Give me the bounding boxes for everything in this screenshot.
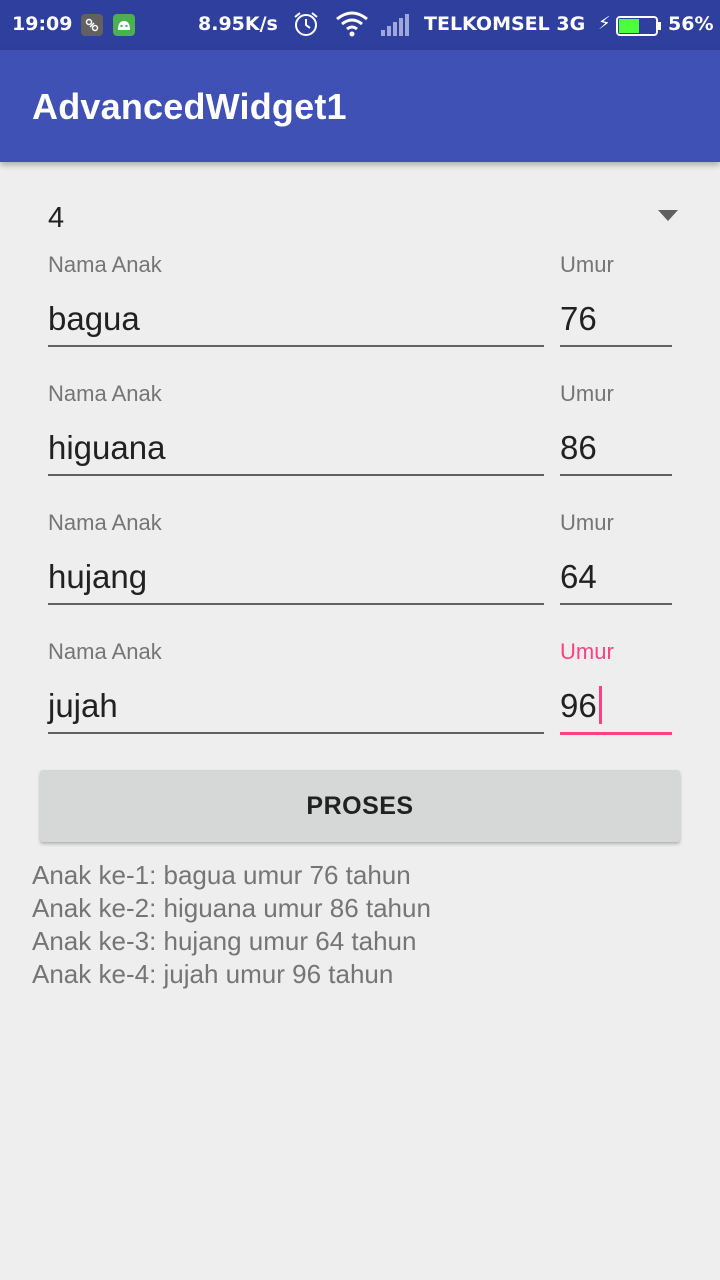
age-label: Umur xyxy=(560,639,614,664)
alarm-icon xyxy=(292,10,320,43)
age-input[interactable]: 64 xyxy=(560,558,597,596)
name-label: Nama Anak xyxy=(48,381,162,406)
android-icon xyxy=(113,14,135,36)
notification-icon xyxy=(81,14,103,36)
result-line: Anak ke-3: hujang umur 64 tahun xyxy=(32,926,417,956)
dropdown-arrow-icon[interactable] xyxy=(658,210,678,221)
result-line: Anak ke-1: bagua umur 76 tahun xyxy=(32,860,411,890)
name-input-underline xyxy=(48,732,544,734)
age-input-underline-focused xyxy=(560,732,672,735)
network-speed: 8.95K/s xyxy=(198,13,278,35)
name-input[interactable]: hujang xyxy=(48,558,147,596)
name-input-underline xyxy=(48,345,544,347)
name-label: Nama Anak xyxy=(48,510,162,535)
name-input-underline xyxy=(48,474,544,476)
carrier-name: TELKOMSEL 3G xyxy=(424,13,586,35)
text-cursor xyxy=(599,686,602,724)
age-input-underline xyxy=(560,345,672,347)
wifi-icon xyxy=(335,11,369,42)
battery-percent: 56% xyxy=(668,13,714,35)
name-label: Nama Anak xyxy=(48,252,162,277)
result-line: Anak ke-4: jujah umur 96 tahun xyxy=(32,959,394,989)
status-time: 19:09 xyxy=(12,13,73,35)
name-input[interactable]: bagua xyxy=(48,300,140,338)
battery-icon xyxy=(616,16,662,41)
signal-icon xyxy=(381,14,411,41)
status-bar: 19:09 8.95K/s TELKOMSEL 3G ⚡ 56% xyxy=(0,0,720,50)
charging-icon: ⚡ xyxy=(598,13,611,34)
spinner-value: 4 xyxy=(48,202,65,234)
age-input[interactable]: 96 xyxy=(560,687,597,725)
age-input-underline xyxy=(560,603,672,605)
result-line: Anak ke-2: higuana umur 86 tahun xyxy=(32,893,431,923)
proses-button[interactable]: PROSES xyxy=(40,770,680,842)
age-input[interactable]: 76 xyxy=(560,300,597,338)
name-input[interactable]: jujah xyxy=(48,687,118,725)
name-input[interactable]: higuana xyxy=(48,429,165,467)
app-bar: AdvancedWidget1 xyxy=(0,50,720,162)
name-input-underline xyxy=(48,603,544,605)
age-input[interactable]: 86 xyxy=(560,429,597,467)
age-input-underline xyxy=(560,474,672,476)
name-label: Nama Anak xyxy=(48,639,162,664)
age-label: Umur xyxy=(560,510,614,535)
age-label: Umur xyxy=(560,252,614,277)
app-title: AdvancedWidget1 xyxy=(32,86,347,127)
age-label: Umur xyxy=(560,381,614,406)
